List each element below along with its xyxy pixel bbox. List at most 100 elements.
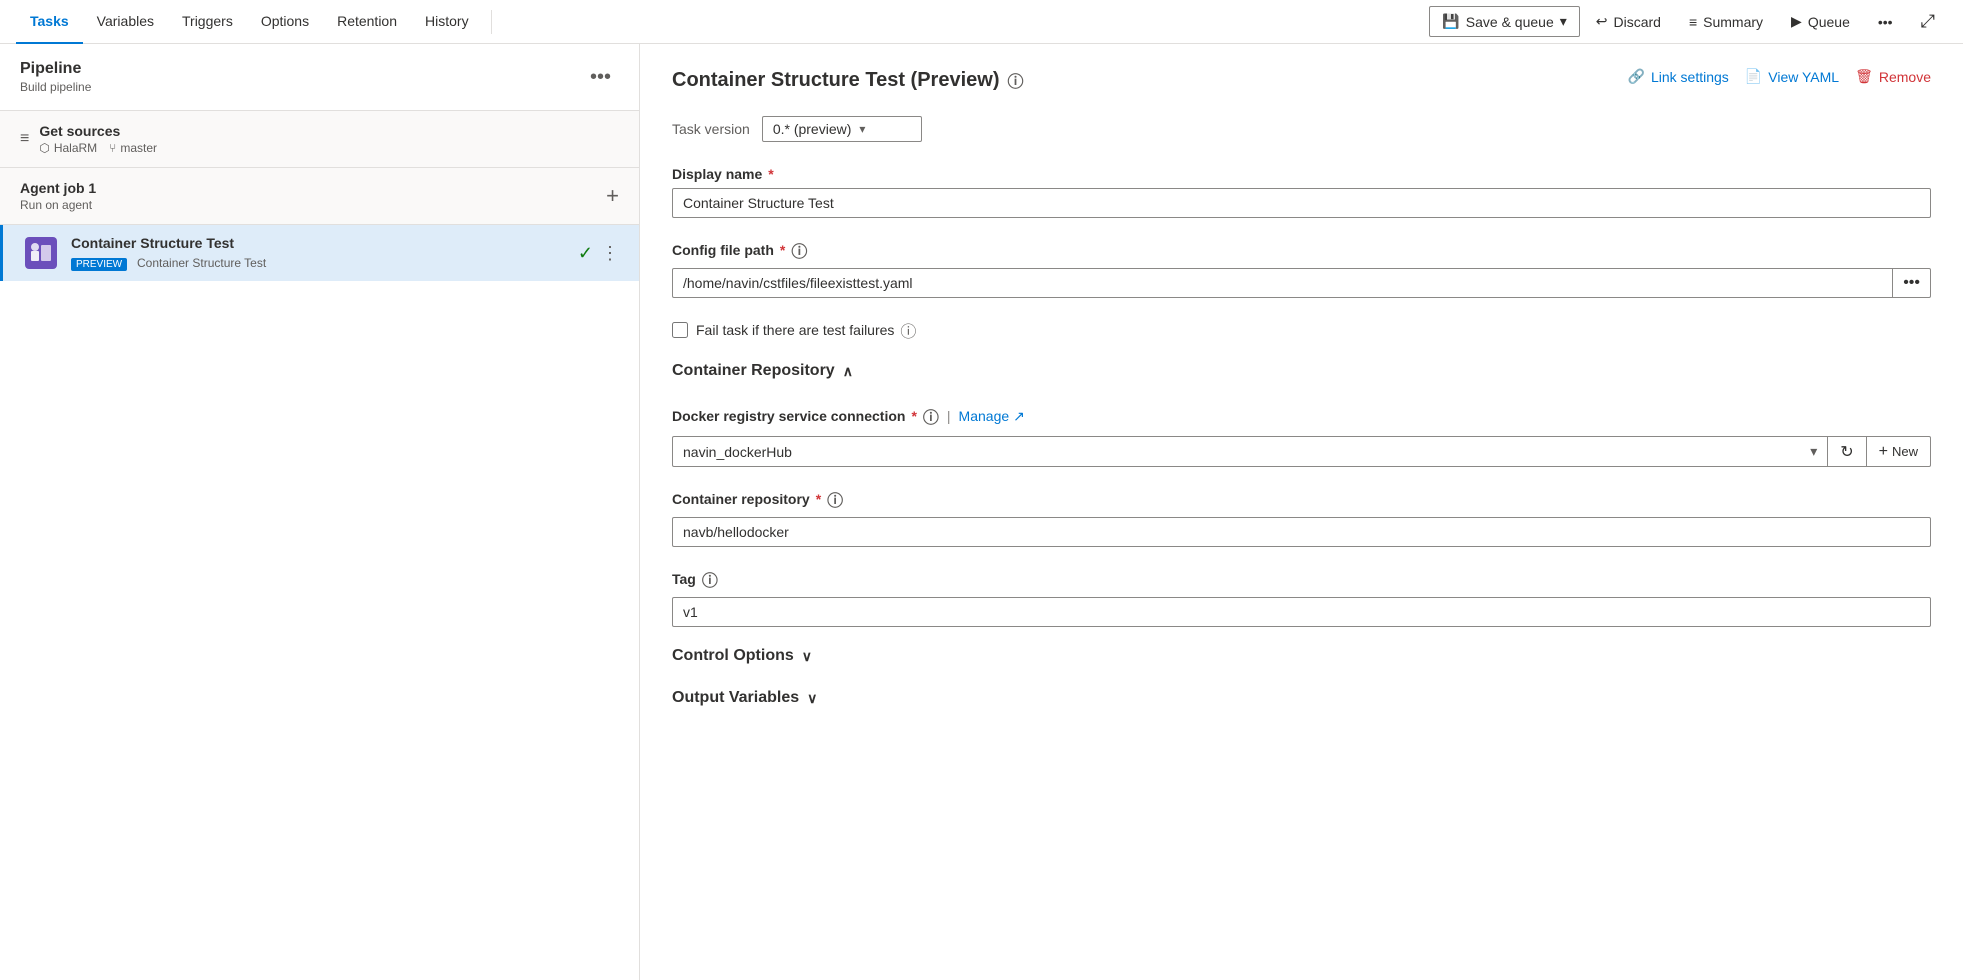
nav-actions: 💾 Save & queue ▾ ↩ Discard ≡ Summary ▶ Q…: [1429, 5, 1947, 38]
pipeline-info: Pipeline Build pipeline: [20, 60, 582, 94]
config-input-group: •••: [672, 268, 1931, 298]
pipeline-subtitle: Build pipeline: [20, 80, 582, 94]
get-sources-icon: ≡: [20, 130, 29, 148]
section-collapse-icon: ∧: [843, 363, 853, 380]
pipeline-more-button[interactable]: •••: [582, 62, 619, 93]
output-variables-section[interactable]: Output Variables ∨: [672, 689, 1931, 715]
remove-icon: 🗑: [1855, 68, 1873, 85]
main-layout: Pipeline Build pipeline ••• ≡ Get source…: [0, 44, 1963, 980]
expand-button[interactable]: ⤢: [1909, 5, 1947, 38]
fail-task-info-icon[interactable]: ⓘ: [900, 318, 916, 342]
add-task-button[interactable]: +: [606, 183, 619, 209]
control-options-section[interactable]: Control Options ∨: [672, 647, 1931, 673]
task-item[interactable]: Container Structure Test PREVIEW Contain…: [0, 225, 639, 281]
container-repo-group: Container repository * ⓘ: [672, 487, 1931, 547]
tab-retention[interactable]: Retention: [323, 0, 411, 44]
config-file-path-input[interactable]: [672, 268, 1893, 298]
yaml-icon: 📄: [1745, 68, 1762, 85]
docker-registry-select[interactable]: navin_dockerHub ▾: [672, 436, 1828, 467]
tag-info-icon[interactable]: ⓘ: [702, 567, 718, 591]
control-options-chevron-icon: ∨: [802, 648, 812, 665]
task-more-button[interactable]: ⋮: [601, 243, 619, 264]
link-settings-button[interactable]: 🔗 Link settings: [1628, 68, 1729, 85]
agent-job-title: Agent job 1: [20, 180, 606, 196]
branch-meta: ⑂ master: [109, 141, 157, 155]
discard-icon: ↩: [1596, 13, 1608, 30]
tab-tasks[interactable]: Tasks: [16, 0, 83, 44]
agent-job-subtitle: Run on agent: [20, 198, 606, 212]
top-navigation: Tasks Variables Triggers Options Retenti…: [0, 0, 1963, 44]
task-info: Container Structure Test PREVIEW Contain…: [71, 235, 578, 271]
display-name-input[interactable]: [672, 188, 1931, 218]
task-subtitle: Container Structure Test: [137, 256, 266, 270]
config-info-icon[interactable]: ⓘ: [791, 238, 807, 262]
more-options-button[interactable]: •••: [1866, 8, 1905, 36]
config-browse-button[interactable]: •••: [1893, 268, 1931, 298]
refresh-registry-button[interactable]: ↻: [1828, 436, 1866, 467]
task-version-label: Task version: [672, 121, 750, 137]
agent-job-header: Agent job 1 Run on agent +: [0, 168, 639, 225]
container-repo-input[interactable]: [672, 517, 1931, 547]
right-panel-header: Container Structure Test (Preview) ⓘ 🔗 L…: [672, 68, 1931, 92]
new-plus-icon: +: [1879, 443, 1888, 461]
save-queue-button[interactable]: 💾 Save & queue ▾: [1429, 6, 1579, 37]
task-icon: [23, 235, 59, 271]
fail-task-checkbox[interactable]: [672, 322, 688, 338]
docker-registry-info-icon[interactable]: ⓘ: [923, 404, 939, 428]
get-sources-meta: ⬡ HalaRM ⑂ master: [39, 141, 619, 155]
left-panel: Pipeline Build pipeline ••• ≡ Get source…: [0, 44, 640, 980]
container-repo-info-icon[interactable]: ⓘ: [827, 487, 843, 511]
queue-button[interactable]: ▶ Queue: [1779, 7, 1862, 36]
tab-options[interactable]: Options: [247, 0, 323, 44]
get-sources-row[interactable]: ≡ Get sources ⬡ HalaRM ⑂ master: [0, 111, 639, 168]
display-name-group: Display name *: [672, 166, 1931, 218]
config-file-path-label: Config file path * ⓘ: [672, 238, 1931, 262]
docker-registry-label: Docker registry service connection * ⓘ: [672, 404, 939, 428]
tab-variables[interactable]: Variables: [83, 0, 168, 44]
docker-registry-label-row: Docker registry service connection * ⓘ |…: [672, 404, 1931, 428]
save-dropdown-icon: ▾: [1560, 13, 1567, 30]
docker-registry-select-row: navin_dockerHub ▾ ↻ + New: [672, 436, 1931, 467]
tag-group: Tag ⓘ: [672, 567, 1931, 627]
external-link-icon: ↗: [1013, 408, 1025, 425]
repo-icon: ⬡: [39, 141, 49, 155]
task-preview-badge: PREVIEW: [71, 258, 127, 271]
tab-history[interactable]: History: [411, 0, 483, 44]
view-yaml-button[interactable]: 📄 View YAML: [1745, 68, 1839, 85]
docker-registry-required: *: [911, 408, 916, 424]
manage-link[interactable]: Manage ↗: [959, 408, 1025, 425]
summary-icon: ≡: [1689, 14, 1697, 30]
task-title: Container Structure Test: [71, 235, 578, 251]
fail-task-group: Fail task if there are test failures ⓘ: [672, 318, 1931, 342]
docker-registry-group: Docker registry service connection * ⓘ |…: [672, 404, 1931, 467]
queue-play-icon: ▶: [1791, 13, 1802, 30]
fail-task-label[interactable]: Fail task if there are test failures ⓘ: [696, 318, 916, 342]
tab-triggers[interactable]: Triggers: [168, 0, 247, 44]
summary-button[interactable]: ≡ Summary: [1677, 8, 1775, 36]
repo-meta: ⬡ HalaRM: [39, 141, 97, 155]
right-panel-actions: 🔗 Link settings 📄 View YAML 🗑 Remove: [1628, 68, 1931, 85]
container-repo-required: *: [816, 491, 821, 507]
config-file-path-group: Config file path * ⓘ •••: [672, 238, 1931, 298]
right-panel-title: Container Structure Test (Preview) ⓘ: [672, 68, 1628, 92]
container-repo-label: Container repository * ⓘ: [672, 487, 1931, 511]
new-registry-button[interactable]: + New: [1867, 436, 1931, 467]
tag-input[interactable]: [672, 597, 1931, 627]
discard-button[interactable]: ↩ Discard: [1584, 7, 1673, 36]
tag-label: Tag ⓘ: [672, 567, 1931, 591]
right-panel: Container Structure Test (Preview) ⓘ 🔗 L…: [640, 44, 1963, 980]
display-name-required: *: [768, 166, 773, 182]
task-version-row: Task version 0.* (preview) ▾: [672, 116, 1931, 142]
link-icon: 🔗: [1628, 68, 1645, 85]
agent-job-info: Agent job 1 Run on agent: [20, 180, 606, 212]
container-repository-section[interactable]: Container Repository ∧: [672, 362, 1931, 388]
title-info-icon[interactable]: ⓘ: [1007, 68, 1023, 92]
task-check-icon: ✓: [578, 243, 593, 264]
version-chevron-icon: ▾: [859, 122, 865, 136]
task-version-select[interactable]: 0.* (preview) ▾: [762, 116, 922, 142]
remove-button[interactable]: 🗑 Remove: [1855, 68, 1931, 85]
output-variables-chevron-icon: ∨: [807, 690, 817, 707]
display-name-label: Display name *: [672, 166, 1931, 182]
get-sources-title: Get sources: [39, 123, 619, 139]
pipeline-header: Pipeline Build pipeline •••: [0, 44, 639, 111]
